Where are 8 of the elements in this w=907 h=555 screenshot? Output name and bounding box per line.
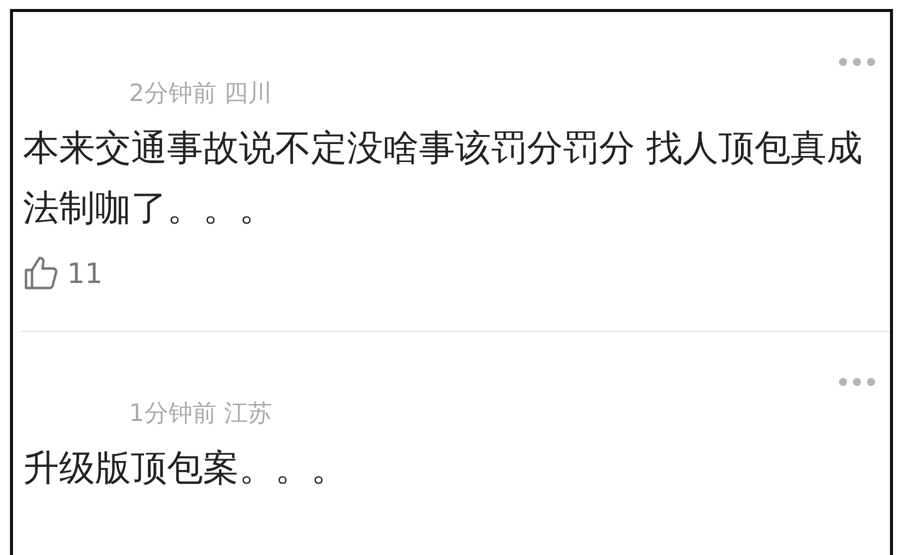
comment-text: 本来交通事故说不定没啥事该罚分罚分 找人顶包真成法制咖了。。。: [23, 127, 864, 231]
more-icon[interactable]: [838, 377, 876, 387]
comment-meta: 1分钟前 江苏: [129, 398, 273, 429]
thumbs-up-icon[interactable]: [23, 255, 59, 291]
more-icon[interactable]: [838, 57, 876, 67]
comment-text: 升级版顶包案。。。: [23, 447, 348, 491]
comment-meta: 2分钟前 四川: [129, 78, 273, 109]
like-count: 11: [67, 256, 103, 290]
